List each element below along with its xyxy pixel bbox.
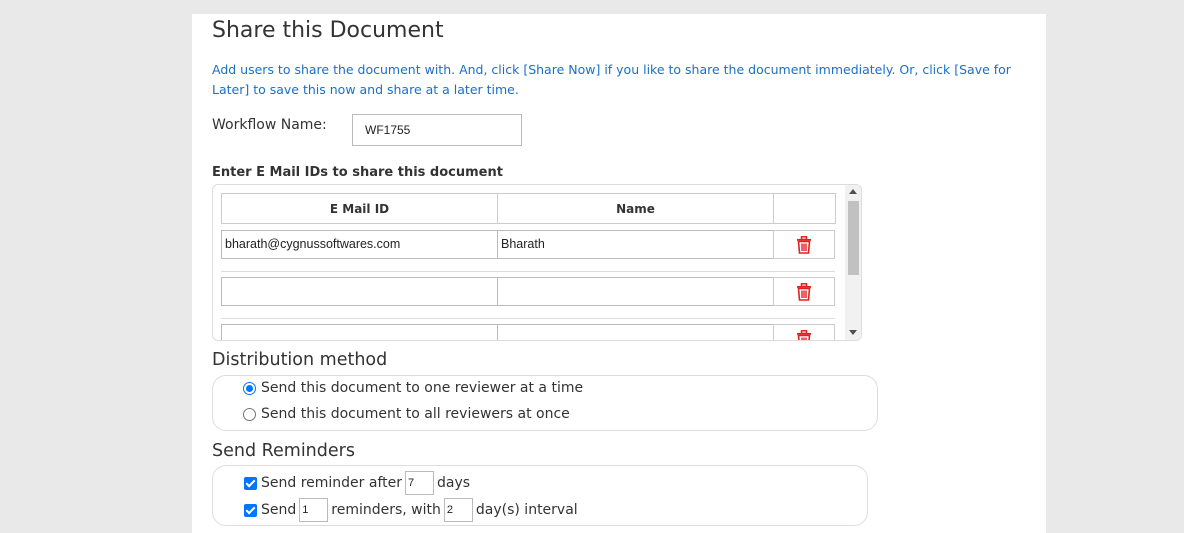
radio-selected[interactable] bbox=[243, 381, 256, 395]
radio-unselected[interactable] bbox=[243, 407, 256, 421]
reminder-after-checkbox[interactable] bbox=[244, 476, 257, 490]
distribution-option-label: Send this document to one reviewer at a … bbox=[261, 380, 584, 396]
reminder-interval-input[interactable]: 2 bbox=[443, 498, 473, 522]
scroll-up-arrow-icon[interactable] bbox=[849, 189, 857, 194]
scroll-down-arrow-icon[interactable] bbox=[849, 330, 857, 335]
email-grid: E Mail ID Name bharath@cygnussoftwares.c… bbox=[212, 184, 862, 341]
distribution-method-title: Distribution method bbox=[212, 350, 388, 370]
reminder-after-row: Send reminder after 7 days bbox=[244, 471, 470, 495]
distribution-option-label: Send this document to all reviewers at o… bbox=[261, 406, 570, 422]
name-input-row-1[interactable]: Bharath bbox=[497, 230, 774, 259]
reminders-box: Send reminder after 7 days Send 1 remind… bbox=[212, 465, 868, 526]
workflow-name-value: WF1755 bbox=[365, 123, 411, 137]
reminder-count-checkbox[interactable] bbox=[244, 503, 257, 517]
row-divider bbox=[221, 318, 835, 319]
reminder-after-label: Send reminder after bbox=[261, 475, 402, 491]
reminder-days-suffix: days bbox=[437, 475, 471, 491]
reminder-count-input[interactable]: 1 bbox=[299, 498, 329, 522]
trash-icon bbox=[797, 235, 811, 254]
email-grid-scrollbar[interactable] bbox=[845, 185, 861, 340]
reminder-send-label: Send bbox=[261, 502, 297, 518]
reminder-count-row: Send 1 reminders, with 2 day(s) interval bbox=[244, 498, 578, 522]
instructions-text: Add users to share the document with. An… bbox=[212, 62, 1011, 97]
send-reminders-title: Send Reminders bbox=[212, 441, 355, 461]
name-input-row-3[interactable] bbox=[497, 324, 774, 340]
email-input-row-3[interactable] bbox=[221, 324, 498, 340]
reminder-middle-label: reminders, with bbox=[331, 502, 441, 518]
reminder-days-input[interactable]: 7 bbox=[405, 471, 434, 495]
page-title: Share this Document bbox=[212, 18, 444, 43]
trash-icon bbox=[797, 329, 811, 340]
column-header-email: E Mail ID bbox=[221, 193, 498, 224]
distribution-option-one-at-a-time[interactable]: Send this document to one reviewer at a … bbox=[243, 380, 583, 396]
column-header-name: Name bbox=[497, 193, 774, 224]
workflow-name-label: Workflow Name: bbox=[212, 117, 327, 133]
scrollbar-thumb[interactable] bbox=[848, 201, 859, 275]
delete-row-3-button[interactable] bbox=[773, 324, 835, 340]
email-input-row-1[interactable]: bharath@cygnussoftwares.com bbox=[221, 230, 498, 259]
distribution-options-box: Send this document to one reviewer at a … bbox=[212, 375, 878, 431]
column-header-actions bbox=[773, 193, 836, 224]
name-input-row-2[interactable] bbox=[497, 277, 774, 306]
workflow-name-input[interactable]: WF1755 bbox=[352, 114, 522, 146]
email-section-heading: Enter E Mail IDs to share this document bbox=[212, 165, 503, 180]
share-document-panel: Share this Document Add users to share t… bbox=[192, 14, 1046, 533]
trash-icon bbox=[797, 282, 811, 301]
row-divider bbox=[221, 271, 835, 272]
delete-row-2-button[interactable] bbox=[773, 277, 835, 306]
reminder-interval-suffix: day(s) interval bbox=[475, 502, 578, 518]
distribution-option-all-at-once[interactable]: Send this document to all reviewers at o… bbox=[243, 406, 570, 422]
email-input-row-2[interactable] bbox=[221, 277, 498, 306]
delete-row-1-button[interactable] bbox=[773, 230, 835, 259]
